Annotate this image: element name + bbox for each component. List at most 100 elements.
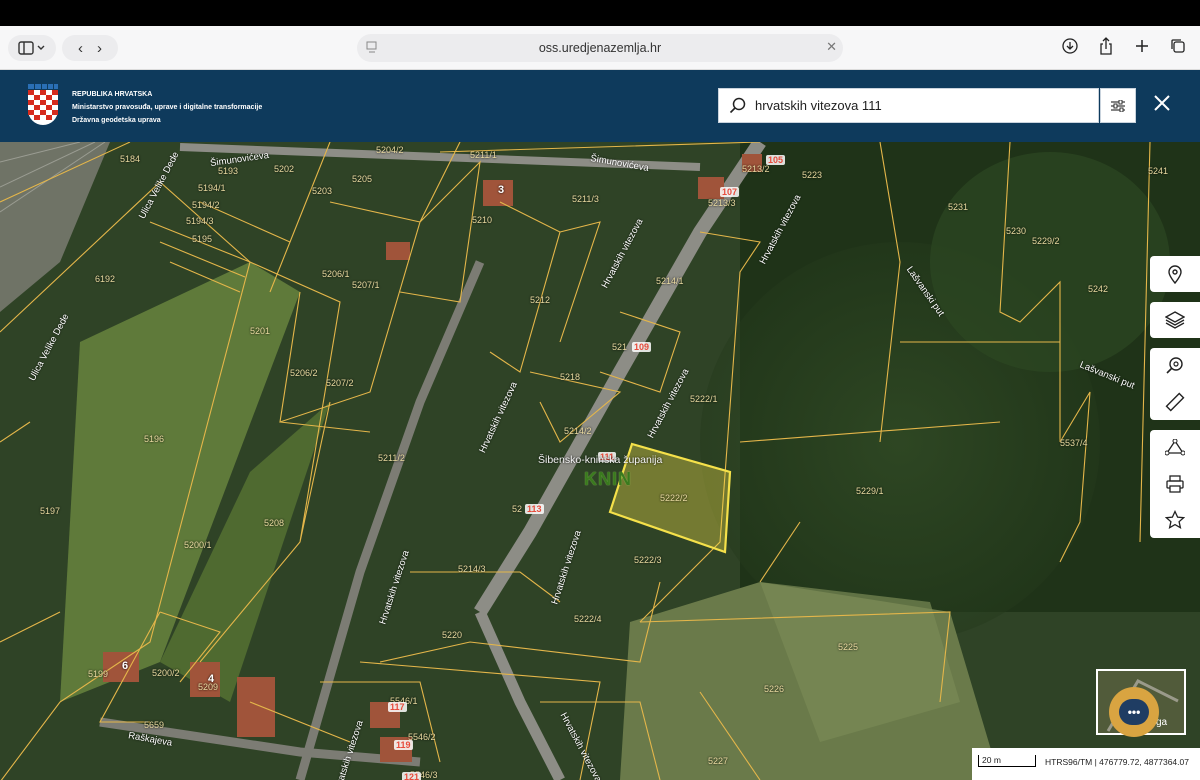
house-number[interactable]: 119 [394,740,413,750]
parcel-label[interactable]: 5199 [88,669,108,679]
tool-group-misc [1150,430,1200,538]
download-icon[interactable] [1060,34,1080,58]
house-number[interactable]: 3 [496,184,506,196]
location-pin-icon [1168,265,1182,284]
house-number[interactable]: 109 [632,342,652,352]
address-bar[interactable]: oss.uredjenazemlja.hr ✕ [357,34,843,62]
parcel-label[interactable]: 5214/1 [656,276,684,286]
chat-button[interactable]: ••• [1109,687,1159,737]
parcel-label[interactable]: 5194/1 [198,183,226,193]
town-label: KNIN [584,469,632,489]
brand-text: REPUBLIKA HRVATSKA Ministarstvo pravosuđ… [72,88,262,127]
search-location-icon [1166,357,1183,374]
favorite-button[interactable] [1150,502,1200,538]
ruler-icon [1165,392,1185,412]
parcel-label[interactable]: 5202 [274,164,294,174]
house-number[interactable]: 107 [720,187,740,197]
parcel-label[interactable]: 5229/1 [856,486,884,496]
parcel-label[interactable]: 5222/4 [574,614,602,624]
parcel-label[interactable]: 5211/1 [470,150,497,160]
share-icon[interactable] [1096,34,1116,58]
tool-group-measure [1150,348,1200,420]
parcel-label[interactable]: 5222/3 [634,555,662,565]
layers-button[interactable] [1150,302,1200,338]
parcel-label[interactable]: 5206/2 [290,368,318,378]
parcel-label[interactable]: 5201 [250,326,270,336]
chat-bubble-icon: ••• [1119,699,1149,725]
parcel-label[interactable]: 5214/2 [564,426,592,436]
parcel-label[interactable]: 5204/2 [376,145,404,155]
parcel-label[interactable]: 5184 [120,154,140,164]
parcel-label[interactable]: 521 [612,342,627,352]
search-filter-button[interactable] [1100,88,1136,123]
parcel-label[interactable]: 5218 [560,372,580,382]
parcel-label[interactable]: 5213/2 [742,164,770,174]
polygon-tool-button[interactable] [1150,430,1200,466]
house-number[interactable]: 6 [120,660,130,672]
parcel-label[interactable]: 5222/2 [660,493,688,503]
scale-bar: 20 m [978,755,1036,767]
parcel-label[interactable]: 5214/3 [458,564,486,574]
parcel-label[interactable]: 5223 [802,170,822,180]
parcel-label[interactable]: 5211/3 [572,194,599,204]
house-number[interactable]: 117 [388,702,407,712]
parcel-label[interactable]: 5537/4 [1060,438,1088,448]
parcel-label[interactable]: 5225 [838,642,858,652]
nav-buttons: ‹ › [62,35,118,61]
layers-icon [1165,311,1185,329]
parcel-label[interactable]: 5194/2 [192,200,220,210]
parcel-label[interactable]: 5241 [1148,166,1168,176]
parcel-label[interactable]: 5194/3 [186,216,214,226]
parcel-label[interactable]: 5212 [530,295,550,305]
close-search-button[interactable] [1150,92,1174,116]
parcel-label[interactable]: 5227 [708,756,728,766]
search-input[interactable] [755,98,1085,113]
coordinates-readout: HTRS96/TM | 476779.72, 4877364.07 [1045,757,1189,767]
parcel-label[interactable]: 5195 [192,234,212,244]
parcel-label[interactable]: 5200/2 [152,668,180,678]
clear-url-icon[interactable]: ✕ [826,39,837,55]
parcel-label[interactable]: 5659 [144,720,164,730]
parcel-label[interactable]: 5213/3 [708,198,736,208]
map-view[interactable]: 5184 5193 5202 5194/1 5194/2 5194/3 5195… [0,142,1200,780]
house-number[interactable]: 105 [766,155,786,165]
forward-icon[interactable]: › [97,40,102,57]
reader-icon[interactable] [365,40,379,54]
scale-and-coordinates: 20 m HTRS96/TM | 476779.72, 4877364.07 [972,748,1200,780]
parcel-label[interactable]: 6192 [95,274,115,284]
parcel-label[interactable]: 5226 [764,684,784,694]
parcel-label[interactable]: 5207/1 [352,280,380,290]
star-icon [1165,510,1185,529]
house-number[interactable]: 4 [206,673,216,685]
parcel-label[interactable]: 5200/1 [184,540,212,550]
parcel-label[interactable]: 5230 [1006,226,1026,236]
parcel-label[interactable]: 5197 [40,506,60,516]
parcel-label[interactable]: 5196 [144,434,164,444]
parcel-label[interactable]: 52 [512,504,522,514]
parcel-label[interactable]: 5206/1 [322,269,350,279]
ruler-button[interactable] [1150,384,1200,420]
parcel-label[interactable]: 5242 [1088,284,1108,294]
parcel-label[interactable]: 5203 [312,186,332,196]
map-toolbar [1150,256,1200,548]
parcel-label[interactable]: 5211/2 [378,453,405,463]
tool-group-layers [1150,302,1200,338]
brand-line-3: Državna geodetska uprava [72,117,161,124]
search-location-button[interactable] [1150,348,1200,384]
parcel-label[interactable]: 5229/2 [1032,236,1060,246]
back-icon[interactable]: ‹ [78,40,83,57]
parcel-label[interactable]: 5231 [948,202,968,212]
house-number[interactable]: 121 [402,772,422,780]
parcel-label[interactable]: 5220 [442,630,462,640]
house-number[interactable]: 113 [525,504,544,514]
parcel-label[interactable]: 5210 [472,215,492,225]
parcel-label[interactable]: 5205 [352,174,372,184]
new-tab-icon[interactable] [1132,34,1152,58]
parcel-label[interactable]: 5222/1 [690,394,718,404]
tabs-overview-icon[interactable] [1168,34,1188,58]
print-button[interactable] [1150,466,1200,502]
parcel-label[interactable]: 5208 [264,518,284,528]
locate-button[interactable] [1150,256,1200,292]
sidebar-toggle-button[interactable] [8,35,56,61]
parcel-label[interactable]: 5207/2 [326,378,354,388]
